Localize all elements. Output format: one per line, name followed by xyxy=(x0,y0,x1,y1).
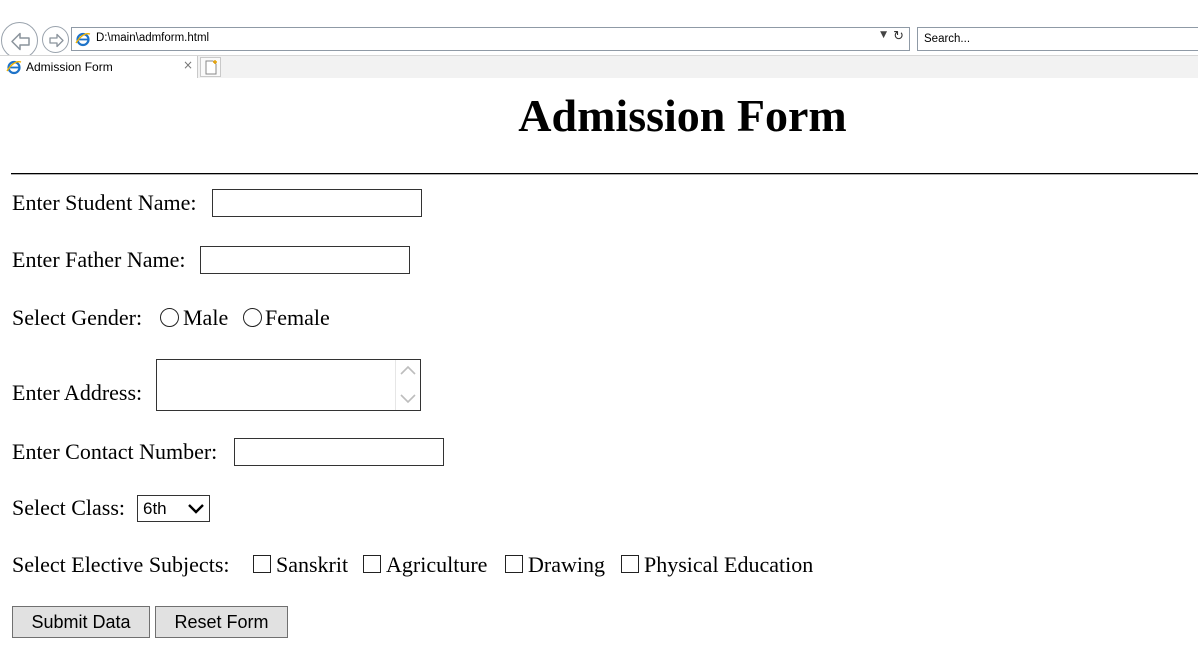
subject-drawing-checkbox[interactable] xyxy=(505,555,523,573)
gender-male-radio[interactable] xyxy=(160,308,179,327)
scroll-up-icon[interactable] xyxy=(396,363,420,377)
father-name-label: Enter Father Name: xyxy=(12,247,186,272)
search-input[interactable] xyxy=(924,31,1184,47)
submit-button[interactable]: Submit Data xyxy=(12,606,150,638)
contact-row: Enter Contact Number: xyxy=(12,439,217,465)
page-content: Admission Form Enter Student Name: Enter… xyxy=(0,77,1198,659)
search-box[interactable] xyxy=(917,27,1198,51)
ie-page-icon xyxy=(75,32,91,47)
new-tab-icon xyxy=(205,60,217,75)
student-name-input[interactable] xyxy=(212,189,422,217)
father-name-input[interactable] xyxy=(200,246,410,274)
class-select[interactable]: 6th xyxy=(137,495,210,522)
textarea-scrollbar[interactable] xyxy=(395,360,420,410)
contact-number-input[interactable] xyxy=(234,438,444,466)
subject-sanskrit-checkbox[interactable] xyxy=(253,555,271,573)
address-label: Enter Address: xyxy=(12,380,143,405)
student-name-label: Enter Student Name: xyxy=(12,190,197,215)
close-tab-icon[interactable]: × xyxy=(183,58,193,72)
horizontal-rule xyxy=(11,173,1198,175)
student-name-row: Enter Student Name: xyxy=(12,190,197,216)
url-text[interactable]: D:\main\admform.html xyxy=(96,32,209,44)
tab-title: Admission Form xyxy=(26,60,113,74)
class-label: Select Class: xyxy=(12,495,126,520)
class-selected-value: 6th xyxy=(143,499,167,518)
dropdown-icon[interactable]: ▼ xyxy=(880,30,887,40)
subjects-row: Select Elective Subjects: xyxy=(12,552,230,578)
subject-drawing-label: Drawing xyxy=(528,552,605,577)
gender-female-radio[interactable] xyxy=(243,308,262,327)
ie-tab-icon xyxy=(6,60,22,75)
subject-agriculture-checkbox[interactable] xyxy=(363,555,381,573)
gender-male-label: Male xyxy=(183,305,229,330)
refresh-icon[interactable]: ↻ xyxy=(893,29,904,44)
address-bar[interactable]: D:\main\admform.html ▼ ↻ xyxy=(71,27,910,51)
subject-physical-education-checkbox[interactable] xyxy=(621,555,639,573)
page-title: Admission Form xyxy=(518,90,847,141)
browser-chrome: D:\main\admform.html ▼ ↻ Admission Form … xyxy=(0,0,1198,78)
chevron-down-icon xyxy=(188,504,204,514)
father-name-row: Enter Father Name: xyxy=(12,247,186,273)
gender-female-label: Female xyxy=(265,305,330,330)
subject-agriculture-label: Agriculture xyxy=(386,552,488,577)
scroll-down-icon[interactable] xyxy=(396,392,420,406)
class-row: Select Class: xyxy=(12,495,125,521)
address-textarea[interactable] xyxy=(156,359,421,411)
subject-physical-education-label: Physical Education xyxy=(644,552,814,577)
back-button[interactable] xyxy=(1,22,38,59)
tab-strip: Admission Form × xyxy=(0,55,1198,78)
gender-label: Select Gender: xyxy=(12,305,143,330)
address-row: Enter Address: xyxy=(12,380,142,406)
reset-button[interactable]: Reset Form xyxy=(155,606,288,638)
forward-button[interactable] xyxy=(42,26,69,53)
tab-admission-form[interactable]: Admission Form × xyxy=(0,56,198,78)
forward-arrow-icon xyxy=(49,33,64,48)
subject-sanskrit-label: Sanskrit xyxy=(276,552,349,577)
subjects-label: Select Elective Subjects: xyxy=(12,552,230,577)
gender-row: Select Gender: xyxy=(12,305,142,331)
new-tab-button[interactable] xyxy=(200,57,221,77)
contact-label: Enter Contact Number: xyxy=(12,439,218,464)
